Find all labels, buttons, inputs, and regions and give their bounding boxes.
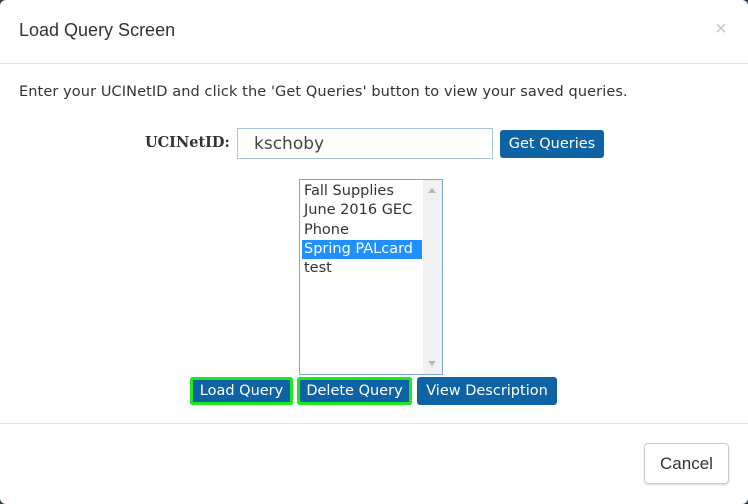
dialog-title: Load Query Screen xyxy=(19,20,176,40)
view-description-button[interactable]: View Description xyxy=(417,377,557,405)
load-query-dialog: Load Query Screen × Enter your UCINetID … xyxy=(0,0,748,504)
query-option[interactable]: Spring PALcard xyxy=(302,239,422,260)
query-option[interactable]: June 2016 GEC xyxy=(302,201,422,220)
load-query-button[interactable]: Load Query xyxy=(190,377,293,405)
query-option[interactable]: test xyxy=(302,259,422,278)
query-option[interactable]: Phone xyxy=(302,221,422,240)
get-queries-button[interactable]: Get Queries xyxy=(500,130,604,158)
ucinetid-input[interactable] xyxy=(237,128,493,159)
saved-queries-list: Fall Supplies June 2016 GEC Phone Spring PA… xyxy=(302,182,422,278)
dialog-footer xyxy=(0,423,748,504)
dialog-header: Load Query Screen × xyxy=(0,0,748,64)
instructions-text: Enter your UCINetID and click the 'Get Q… xyxy=(19,84,628,100)
ucinetid-label: UCINetID: xyxy=(145,134,230,151)
close-icon[interactable]: × xyxy=(712,18,730,40)
cancel-button[interactable]: Cancel xyxy=(644,443,729,484)
scroll-up-arrow-icon[interactable] xyxy=(428,188,436,193)
scroll-down-arrow-icon[interactable] xyxy=(428,361,436,366)
query-option[interactable]: Fall Supplies xyxy=(302,182,422,201)
listbox-scrollbar[interactable] xyxy=(423,180,442,374)
saved-queries-listbox[interactable]: Fall Supplies June 2016 GEC Phone Spring PA… xyxy=(299,179,443,375)
delete-query-button[interactable]: Delete Query xyxy=(297,377,412,405)
